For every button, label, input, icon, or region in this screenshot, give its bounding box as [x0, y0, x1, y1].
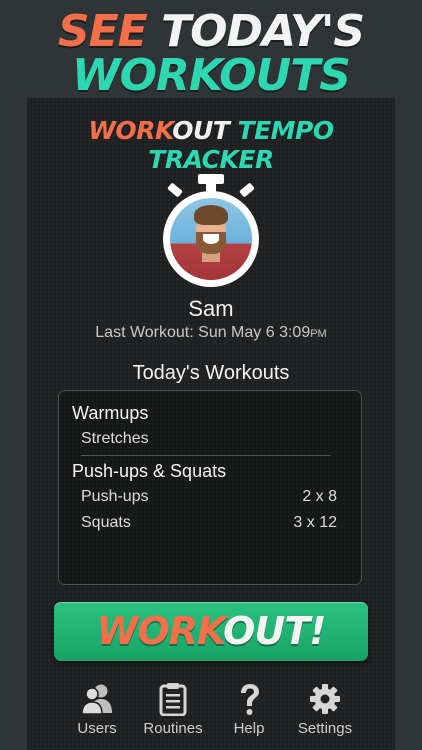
- promo-word-workouts: WORKOUTS: [72, 50, 351, 101]
- promo-line-1: SEE TODAY'S: [0, 8, 422, 56]
- users-icon: [81, 684, 112, 715]
- last-workout-ampm: PM: [310, 328, 327, 340]
- tab-bar: Users Routines Help Settings: [27, 676, 395, 750]
- app-title-work: WORK: [88, 116, 173, 145]
- tab-settings-label: Settings: [297, 720, 353, 737]
- gear-icon: [310, 684, 340, 714]
- promo-headline: SEE TODAY'S WORKOUTS: [0, 0, 422, 100]
- tab-settings[interactable]: Settings: [285, 676, 365, 750]
- workout-button-part-2: OUT!: [223, 609, 326, 653]
- exercise-name: Push-ups: [81, 488, 149, 505]
- clipboard-icon: [159, 683, 187, 716]
- tab-users-label: Users: [77, 720, 117, 737]
- list-item[interactable]: Stretches: [81, 430, 337, 448]
- workout-group-pushups-squats[interactable]: Push-ups & Squats: [72, 461, 226, 482]
- workout-group-warmups[interactable]: Warmups: [72, 403, 148, 424]
- tab-users[interactable]: Users: [57, 676, 137, 750]
- tab-routines[interactable]: Routines: [133, 676, 213, 750]
- tab-help[interactable]: Help: [209, 676, 289, 750]
- last-workout-label: Last Workout: Sun May 6 3:09: [95, 324, 311, 341]
- todays-workouts-title: Today's Workouts: [132, 362, 290, 384]
- app-title: WORKOUT TEMPO TRACKER: [27, 116, 395, 174]
- app-title-out: OUT: [172, 116, 230, 145]
- tab-help-label: Help: [233, 720, 265, 737]
- help-icon: [241, 684, 259, 715]
- exercise-name: Squats: [81, 514, 131, 531]
- exercise-reps: 2 x 8: [302, 488, 337, 505]
- workout-button-part-1: WORK: [96, 609, 224, 653]
- exercise-reps: 3 x 12: [293, 514, 337, 531]
- promo-line-2: WORKOUTS: [0, 52, 422, 100]
- profile-avatar-stopwatch[interactable]: [160, 172, 262, 292]
- tab-routines-label: Routines: [143, 720, 203, 737]
- exercise-name: Stretches: [81, 430, 149, 447]
- divider: [81, 455, 331, 456]
- todays-workouts-list[interactable]: Warmups Stretches Push-ups & Squats Push…: [58, 390, 362, 585]
- avatar: [170, 198, 252, 280]
- workout-button[interactable]: WORKOUT!: [54, 602, 368, 661]
- last-workout-text: Last Workout: Sun May 6 3:09PM: [27, 324, 395, 342]
- app-screen: WORKOUT TEMPO TRACKER Sam Last Workout: …: [27, 98, 395, 750]
- list-item[interactable]: Squats 3 x 12: [81, 514, 337, 532]
- avatar-ring: [163, 191, 259, 287]
- user-name: Sam: [188, 296, 234, 321]
- list-item[interactable]: Push-ups 2 x 8: [81, 488, 337, 506]
